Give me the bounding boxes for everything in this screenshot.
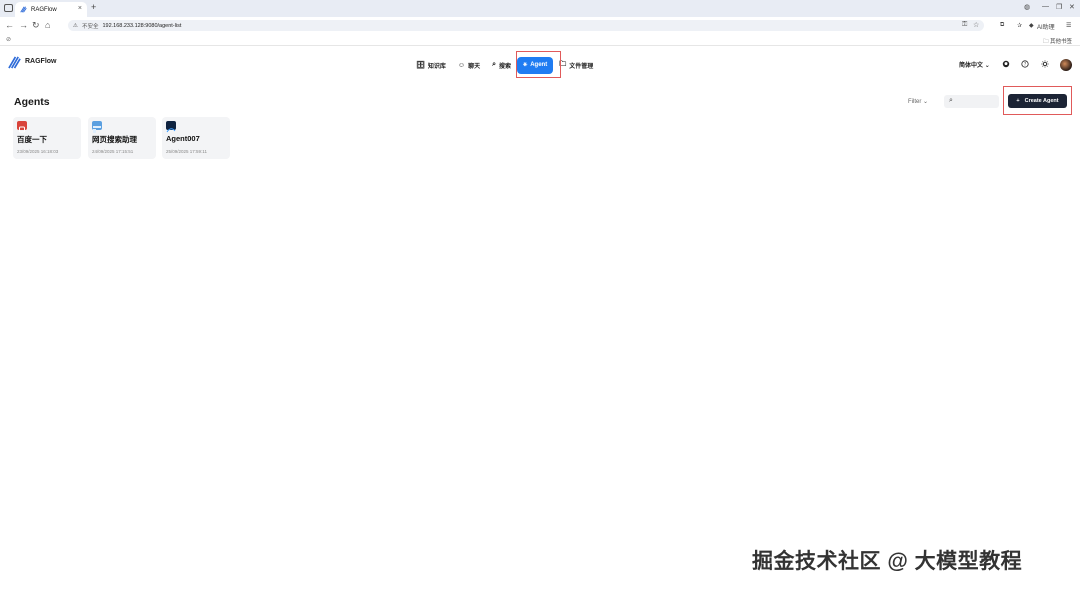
agent-date: 25/09/2025 17:59:11 — [166, 149, 207, 154]
search-input[interactable]: ⌕ — [944, 95, 999, 108]
favorites-icon[interactable]: ✰ — [1017, 22, 1022, 29]
browser-tab[interactable]: RAGFlow × — [15, 2, 87, 17]
agent-name: 百度一下 — [17, 135, 47, 144]
github-icon[interactable] — [1002, 60, 1010, 68]
browser-tab-bar: RAGFlow × + ◍ — ❐ ✕ — [0, 0, 1080, 17]
search-icon: ⌕ — [949, 97, 953, 104]
bookmarks-bar: ⊘ 🗀 其他书签 — [0, 34, 1080, 46]
database-icon: 🗄 — [416, 62, 425, 69]
extensions-icon[interactable]: ⧉ — [1000, 22, 1004, 29]
agent-avatar-icon — [17, 121, 27, 133]
ai-assistant-icon[interactable]: ◆ — [1029, 22, 1034, 29]
nav-label: 文件管理 — [569, 63, 594, 70]
help-icon[interactable]: ? — [1021, 60, 1029, 68]
filter-label: Filter — [908, 99, 922, 105]
other-bookmarks-label: 其他书签 — [1049, 39, 1072, 45]
agent-avatar-icon — [92, 121, 102, 133]
menu-icon[interactable]: ☰ — [1066, 22, 1071, 29]
agent-date: 24/09/2025 17:15:51 — [92, 149, 134, 154]
agent-avatar-icon — [166, 121, 176, 133]
address-bar-row: ← → ↻ ⌂ ⚠ 不安全 192.168.233.128:9080/agent… — [0, 17, 1080, 34]
theme-toggle-icon[interactable] — [1041, 60, 1049, 68]
ragflow-favicon-icon — [20, 6, 27, 13]
page-title: Agents — [14, 96, 50, 108]
window-close-icon[interactable]: ✕ — [1069, 3, 1075, 11]
minimize-icon[interactable]: — — [1042, 3, 1049, 10]
restore-icon[interactable]: ❐ — [1056, 3, 1062, 11]
nav-label: 知识库 — [427, 63, 446, 70]
ragflow-logo-icon — [8, 56, 21, 69]
ai-assistant-label[interactable]: AI助理 — [1037, 22, 1055, 31]
url-text: 192.168.233.128:9080/agent-list — [102, 22, 182, 29]
agent-name: Agent007 — [166, 134, 200, 143]
create-button-highlight — [1003, 86, 1072, 115]
warning-icon: ⚠ — [73, 22, 78, 29]
other-bookmarks[interactable]: 🗀 其他书签 — [1043, 37, 1072, 47]
nav-search[interactable]: ⌕ 搜索 — [486, 57, 517, 74]
nav-label: 聊天 — [468, 63, 481, 70]
agent-nav-highlight — [516, 51, 561, 78]
agent-card[interactable]: Agent007 25/09/2025 17:59:11 — [162, 117, 230, 159]
forward-icon[interactable]: → — [19, 20, 28, 30]
app-name: RAGFlow — [25, 58, 57, 65]
watermark: 掘金技术社区 @ 大模型教程 — [752, 550, 1023, 573]
profile-icon[interactable]: ◍ — [1024, 3, 1030, 11]
nav-knowledge-base[interactable]: 🗄 知识库 — [410, 57, 452, 74]
chevron-down-icon: ⌄ — [923, 99, 929, 105]
agent-card[interactable]: 百度一下 23/09/2025 16:18:03 — [13, 117, 81, 159]
svg-text:?: ? — [1024, 62, 1026, 67]
insecure-label: 不安全 — [81, 23, 99, 30]
language-label: 简体中文 — [959, 63, 984, 69]
agent-card[interactable]: 网页搜索助理 24/09/2025 17:15:51 — [88, 117, 156, 159]
tab-close-icon[interactable]: × — [78, 5, 82, 12]
main-nav: 🗄 知识库 ☺ 聊天 ⌕ 搜索 ⚹ Agent 🗀 文件管理 — [410, 55, 599, 75]
new-tab-button[interactable]: + — [91, 2, 96, 12]
search-icon: ⌕ — [492, 61, 496, 68]
sidebar-toggle-icon[interactable] — [4, 4, 13, 12]
bookmark-icon[interactable]: ⊘ — [6, 36, 11, 43]
agent-name: 网页搜索助理 — [92, 135, 137, 144]
reload-icon[interactable]: ↻ — [32, 20, 40, 31]
nav-chat[interactable]: ☺ 聊天 — [452, 57, 486, 74]
language-select[interactable]: 简体中文 ⌄ — [959, 60, 990, 69]
nav-label: 搜索 — [499, 63, 512, 70]
bookmark-star-icon[interactable]: ☆ — [973, 21, 979, 29]
url-input[interactable]: ⚠ 不安全 192.168.233.128:9080/agent-list — [68, 20, 984, 31]
back-icon[interactable]: ← — [5, 20, 14, 30]
key-icon[interactable]: ⚿ — [962, 21, 967, 29]
tab-title: RAGFlow — [31, 6, 57, 13]
user-avatar[interactable] — [1060, 59, 1072, 71]
chevron-down-icon: ⌄ — [984, 63, 990, 69]
filter-dropdown[interactable]: Filter ⌄ — [908, 98, 928, 105]
home-icon[interactable]: ⌂ — [45, 20, 50, 30]
agent-date: 23/09/2025 16:18:03 — [17, 149, 59, 154]
chat-icon: ☺ — [457, 61, 466, 69]
